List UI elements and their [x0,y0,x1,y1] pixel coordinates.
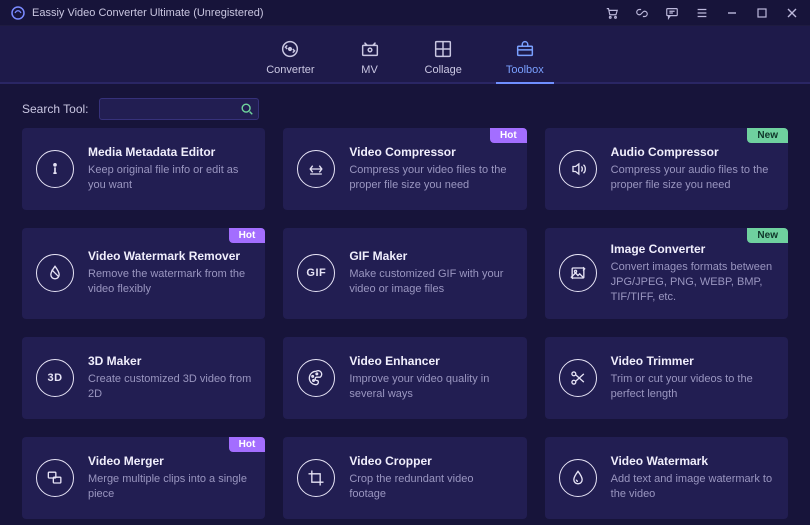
tool-description: Merge multiple clips into a single piece [88,472,251,502]
maximize-button[interactable] [754,5,770,21]
tab-mv[interactable]: MV [359,38,381,82]
tool-card-3d-maker[interactable]: 3D 3D Maker Create customized 3D video fro… [22,337,265,419]
app-title: Eassiy Video Converter Ultimate (Unregis… [32,7,264,19]
search-label: Search Tool: [22,102,89,116]
tool-card-image-converter[interactable]: NewImage Converter Convert images formats… [545,228,788,319]
main-tab-bar: Converter MV Collage Toolbox [0,26,810,84]
merge-icon [36,459,74,497]
tool-text-block: Video Watermark Add text and image waterm… [611,454,774,502]
search-icon[interactable] [239,101,255,117]
tool-grid-container: Media Metadata Editor Keep original file … [0,128,810,525]
search-input[interactable] [99,98,259,120]
tool-text-block: Media Metadata Editor Keep original file … [88,145,251,193]
tool-title: 3D Maker [88,354,251,368]
converter-icon [279,38,301,60]
cart-icon[interactable] [604,5,620,21]
tool-card-video-enhancer[interactable]: Video Enhancer Improve your video quality… [283,337,526,419]
info-icon [36,150,74,188]
tool-card-video-merger[interactable]: Hot Video Merger Merge multiple clips into… [22,437,265,519]
tool-text-block: 3D Maker Create customized 3D video from … [88,354,251,402]
minimize-button[interactable] [724,5,740,21]
crop-icon [297,459,335,497]
tab-collage[interactable]: Collage [425,38,462,82]
drop-icon [36,254,74,292]
tool-description: Keep original file info or edit as you w… [88,163,251,193]
tool-text-block: Video Cropper Crop the redundant video fo… [349,454,512,502]
tool-description: Remove the watermark from the video flex… [88,267,251,297]
tab-label: MV [361,64,378,76]
feedback-icon[interactable] [664,5,680,21]
tool-title: Image Converter [611,242,774,256]
tool-title: Video Watermark Remover [88,249,251,263]
close-button[interactable] [784,5,800,21]
tool-text-block: Video Compressor Compress your video file… [349,145,512,193]
palette-icon [297,359,335,397]
tool-description: Convert images formats between JPG/JPEG,… [611,260,774,305]
hot-badge: Hot [229,437,266,452]
tool-text-block: Video Enhancer Improve your video quality… [349,354,512,402]
toolbox-icon [514,38,536,60]
tab-label: Collage [425,64,462,76]
tool-card-video-cropper[interactable]: Video Cropper Crop the redundant video fo… [283,437,526,519]
tool-card-audio-compressor[interactable]: New Audio Compressor Compress your audio f… [545,128,788,210]
tool-card-media-metadata-editor[interactable]: Media Metadata Editor Keep original file … [22,128,265,210]
new-badge: New [747,128,788,143]
tool-grid: Media Metadata Editor Keep original file … [22,128,788,519]
search-box [99,98,259,120]
search-row: Search Tool: [0,84,810,128]
3d-icon: 3D [36,359,74,397]
hot-badge: Hot [229,228,266,243]
tool-text-block: Image Converter Convert images formats be… [611,242,774,305]
tool-description: Compress your audio files to the proper … [611,163,774,193]
title-bar: Eassiy Video Converter Ultimate (Unregis… [0,0,810,26]
tool-title: Video Compressor [349,145,512,159]
hot-badge: Hot [490,128,527,143]
tool-text-block: Video Trimmer Trim or cut your videos to … [611,354,774,402]
collage-icon [432,38,454,60]
tool-card-video-trimmer[interactable]: Video Trimmer Trim or cut your videos to … [545,337,788,419]
tool-title: GIF Maker [349,249,512,263]
tool-title: Video Cropper [349,454,512,468]
tab-converter[interactable]: Converter [266,38,314,82]
tool-card-gif-maker[interactable]: GIF GIF Maker Make customized GIF with you… [283,228,526,319]
tool-title: Video Trimmer [611,354,774,368]
tool-description: Improve your video quality in several wa… [349,372,512,402]
tool-text-block: Video Watermark Remover Remove the waterm… [88,249,251,297]
imageconv-icon [559,254,597,292]
drop2-icon [559,459,597,497]
tool-card-video-watermark[interactable]: Video Watermark Add text and image waterm… [545,437,788,519]
tool-card-video-watermark-remover[interactable]: Hot Video Watermark Remover Remove the wat… [22,228,265,319]
tool-description: Create customized 3D video from 2D [88,372,251,402]
tool-description: Trim or cut your videos to the perfect l… [611,372,774,402]
compress-icon [297,150,335,188]
tool-title: Media Metadata Editor [88,145,251,159]
tab-label: Toolbox [506,64,544,76]
tool-card-video-compressor[interactable]: Hot Video Compressor Compress your video f… [283,128,526,210]
app-logo [10,5,26,21]
menu-icon[interactable] [694,5,710,21]
tab-label: Converter [266,64,314,76]
tool-text-block: Video Merger Merge multiple clips into a … [88,454,251,502]
scissors-icon [559,359,597,397]
tool-text-block: GIF Maker Make customized GIF with your v… [349,249,512,297]
tool-title: Audio Compressor [611,145,774,159]
tool-description: Compress your video files to the proper … [349,163,512,193]
tool-description: Add text and image watermark to the vide… [611,472,774,502]
tool-description: Make customized GIF with your video or i… [349,267,512,297]
tool-title: Video Merger [88,454,251,468]
gif-icon: GIF [297,254,335,292]
new-badge: New [747,228,788,243]
mv-icon [359,38,381,60]
tool-description: Crop the redundant video footage [349,472,512,502]
tool-text-block: Audio Compressor Compress your audio file… [611,145,774,193]
link-icon[interactable] [634,5,650,21]
tab-toolbox[interactable]: Toolbox [506,38,544,82]
audio-icon [559,150,597,188]
tool-title: Video Watermark [611,454,774,468]
window-controls [604,5,800,21]
tool-title: Video Enhancer [349,354,512,368]
